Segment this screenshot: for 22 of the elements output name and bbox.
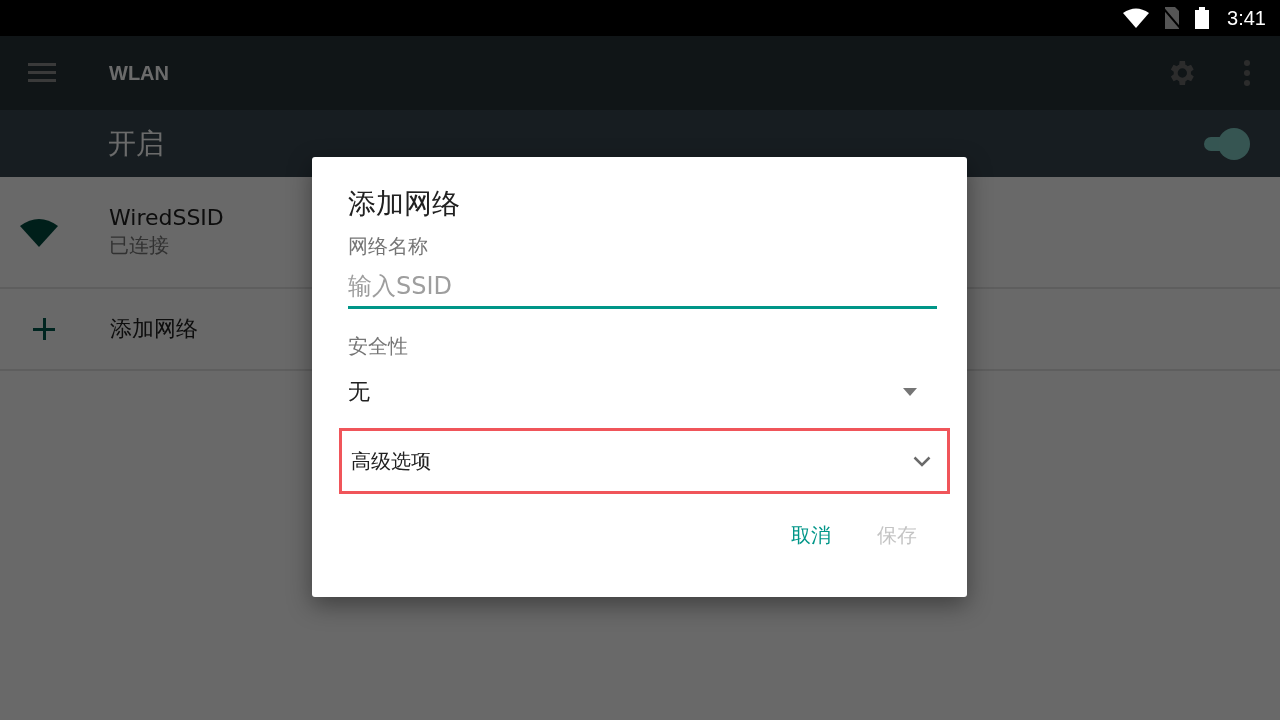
menu-icon[interactable] (28, 63, 56, 83)
switch-label: 开启 (108, 125, 164, 162)
toolbar-title: WLAN (109, 61, 170, 85)
dropdown-triangle-icon (903, 388, 917, 396)
security-label: 安全性 (348, 333, 408, 360)
network-status: 已连接 (109, 232, 170, 259)
network-name: 添加网络 (110, 315, 198, 343)
ssid-label: 网络名称 (348, 233, 428, 260)
clock: 3:41 (1227, 6, 1266, 30)
chevron-down-icon (913, 455, 931, 467)
advanced-options-toggle[interactable]: 高级选项 (339, 428, 950, 494)
wifi-icon (1123, 8, 1150, 28)
dialog-button[interactable]: 取消 (783, 516, 839, 555)
more-options-icon[interactable] (1243, 60, 1251, 86)
dialog-title: 添加网络 (348, 186, 460, 222)
plus-icon (33, 318, 55, 340)
no-sim-icon (1163, 7, 1182, 29)
network-name: WiredSSID (109, 205, 224, 230)
wifi-switch[interactable] (1202, 126, 1250, 161)
battery-icon (1195, 7, 1210, 29)
wifi-signal-icon (20, 217, 58, 247)
security-dropdown[interactable]: 无 (348, 364, 917, 420)
